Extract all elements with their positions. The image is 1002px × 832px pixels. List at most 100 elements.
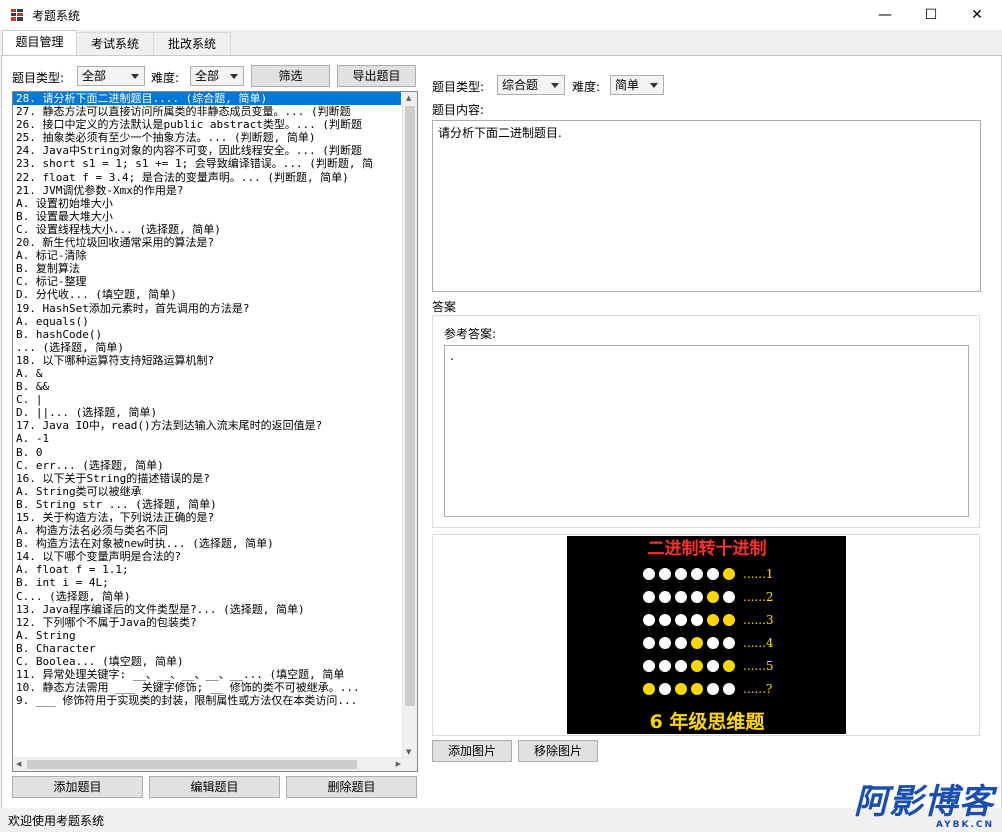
delete-question-button[interactable]: 删除题目 [286,776,417,798]
puzzle-row-label: ......2 [743,590,774,604]
list-item[interactable]: C. Boolea... (填空题, 简单) [13,655,417,668]
add-question-button[interactable]: 添加题目 [12,776,143,798]
list-item[interactable]: 13. Java程序编译后的文件类型是?... (选择题, 简单) [13,603,417,616]
minimize-button[interactable]: — [862,0,908,30]
scroll-right-icon[interactable]: ▶ [396,758,401,771]
maximize-button[interactable]: ☐ [908,0,954,30]
list-item[interactable]: 28. 请分析下面二进制题目.... (综合题, 简单) [13,92,401,106]
yellow-dot [691,660,703,672]
list-item[interactable]: B. 设置最大堆大小 [13,210,417,223]
list-item[interactable]: 17. Java IO中，read()方法到达输入流末尾时的返回值是? [13,419,417,432]
yellow-dot [723,660,735,672]
watermark-text: 阿影博客 [854,782,994,822]
list-item[interactable]: B. Character [13,642,417,655]
white-dot [643,591,655,603]
filter-difficulty-select[interactable]: 全部 [190,66,244,86]
list-item[interactable]: 20. 新生代垃圾回收通常采用的算法是? [13,236,417,249]
white-dot [707,660,719,672]
list-item[interactable]: A. equals() [13,315,417,328]
list-item[interactable]: C. 标记-整理 [13,275,417,288]
list-item[interactable]: 27. 静态方法可以直接访问所属类的非静态成员变量。... (判断题 [13,105,417,118]
list-item[interactable]: 19. HashSet添加元素时，首先调用的方法是? [13,302,417,315]
puzzle-row-label: ......5 [743,659,774,673]
list-item[interactable]: 26. 接口中定义的方法默认是public abstract类型。... (判断… [13,118,417,131]
title-bar: 考题系统 — ☐ ✕ [0,0,1002,30]
white-dot [643,637,655,649]
list-item[interactable]: A. float f = 1.1; [13,563,417,576]
list-item[interactable]: 25. 抽象类必须有至少一个抽象方法。... (判断题, 简单) [13,131,417,144]
yellow-dot [707,591,719,603]
puzzle-row-label: ......4 [743,636,774,650]
list-item[interactable]: 10. 静态方法需用 ___ 关键字修饰; __ 修饰的类不可被继承。... [13,681,417,694]
list-item[interactable]: 12. 下列哪个不属于Java的包装类? [13,616,417,629]
list-item[interactable]: 14. 以下哪个变量声明是合法的? [13,550,417,563]
tab-exam-system[interactable]: 考试系统 [76,32,154,55]
binary-puzzle-graphic: 二进制转十进制 ......1 ......2 ......3 ......4....… [567,536,846,734]
white-dot [643,568,655,580]
list-item[interactable]: 22. float f = 3.4; 是合法的变量声明。... (判断题, 简单… [13,171,417,184]
list-item[interactable]: A. String [13,629,417,642]
puzzle-row-label: ......1 [743,567,774,581]
list-item[interactable]: A. -1 [13,432,417,445]
list-item[interactable]: 21. JVM调优参数-Xmx的作用是? [13,184,417,197]
list-item[interactable]: A. 设置初始堆大小 [13,197,417,210]
white-dot [659,614,671,626]
list-item[interactable]: A. 构造方法名必须与类名不同 [13,524,417,537]
white-dot [659,637,671,649]
list-item[interactable]: A. & [13,367,417,380]
filter-difficulty-value: 全部 [195,69,220,83]
list-item[interactable]: D. 分代收... (填空题, 简单) [13,288,417,301]
list-item[interactable]: B. hashCode() [13,328,417,341]
chevron-down-icon [650,83,658,88]
list-item[interactable]: 16. 以下关于String的描述错误的是? [13,472,417,485]
tab-grading-system[interactable]: 批改系统 [153,32,231,55]
filter-type-value: 全部 [82,69,107,83]
list-item[interactable]: A. String类可以被继承 [13,485,417,498]
chevron-down-icon [230,74,238,79]
yellow-dot [643,683,655,695]
question-list[interactable]: 28. 请分析下面二进制题目.... (综合题, 简单) 27. 静态方法可以直接… [12,91,418,772]
list-item[interactable]: A. 标记-清除 [13,249,417,262]
edit-question-button[interactable]: 编辑题目 [149,776,280,798]
list-item[interactable]: B. 0 [13,446,417,459]
list-item[interactable]: B. String str ... (选择题, 简单) [13,498,417,511]
add-image-button[interactable]: 添加图片 [432,740,512,762]
scroll-up-icon[interactable]: ▲ [406,92,411,105]
white-dot [675,637,687,649]
list-item[interactable]: D. ||... (选择题, 简单) [13,406,417,419]
remove-image-button[interactable]: 移除图片 [518,740,598,762]
scroll-left-icon[interactable]: ◀ [16,758,21,771]
tab-question-management[interactable]: 题目管理 [2,30,77,56]
export-questions-button[interactable]: 导出题目 [337,65,416,87]
filter-difficulty-label: 难度: [151,71,180,85]
list-item[interactable]: 11. 异常处理关键字: __、__、__、__、__... (填空题, 简单 [13,668,417,681]
filter-type-select[interactable]: 全部 [77,66,145,86]
list-item[interactable]: B. 复制算法 [13,262,417,275]
filter-button[interactable]: 筛选 [251,65,330,87]
close-button[interactable]: ✕ [954,0,1000,30]
list-item[interactable]: B. int i = 4L; [13,576,417,589]
puzzle-title: 二进制转十进制 [648,538,767,559]
vertical-scrollbar[interactable]: ▲ ▼ [402,92,417,759]
horizontal-scrollbar[interactable]: ◀ ▶ [13,757,417,771]
white-dot [675,614,687,626]
list-item[interactable]: 15. 关于构造方法，下列说法正确的是? [13,511,417,524]
list-item[interactable]: 9. ___ 修饰符用于实现类的封装，限制属性或方法仅在本类访问... [13,694,417,707]
list-item[interactable]: B. && [13,380,417,393]
editor-type-select[interactable]: 综合题 [497,75,565,95]
list-item[interactable]: ... (选择题, 简单) [13,341,417,354]
list-item[interactable]: C... (选择题, 简单) [13,590,417,603]
list-item[interactable]: C. 设置线程栈大小... (选择题, 简单) [13,223,417,236]
white-dot [675,591,687,603]
list-item[interactable]: 18. 以下哪种运算符支持短路运算机制? [13,354,417,367]
list-item[interactable]: C. err... (选择题, 简单) [13,459,417,472]
scroll-thumb[interactable] [405,106,415,706]
editor-difficulty-select[interactable]: 简单 [610,75,664,95]
list-item[interactable]: 24. Java中String对象的内容不可变，因此线程安全。... (判断题 [13,144,417,157]
hscroll-thumb[interactable] [27,760,357,769]
list-item[interactable]: B. 构造方法在对象被new时执... (选择题, 简单) [13,537,417,550]
reference-answer-textarea[interactable]: . [444,345,969,517]
list-item[interactable]: C. | [13,393,417,406]
list-item[interactable]: 23. short s1 = 1; s1 += 1; 会导致编译错误。... (… [13,157,417,170]
question-content-textarea[interactable]: 请分析下面二进制题目. [432,120,981,292]
